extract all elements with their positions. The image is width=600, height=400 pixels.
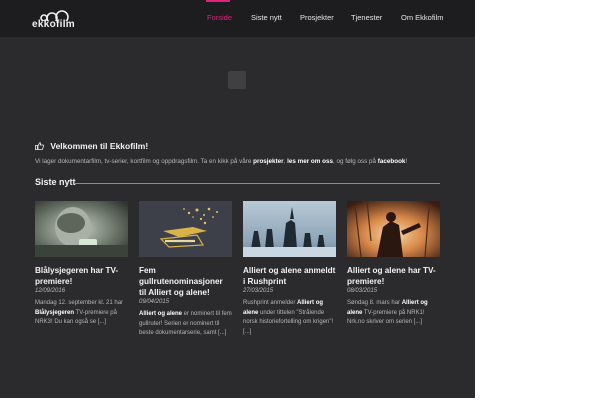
news-card-title[interactable]: Alliert og alene anmeldt i Rushprint bbox=[243, 265, 336, 287]
news-card-thumbnail[interactable] bbox=[347, 201, 440, 257]
intro-sep-2: , og følg oss på bbox=[332, 158, 378, 165]
thumbs-up-icon bbox=[35, 142, 44, 150]
news-card-date: 12/09/2016 bbox=[35, 288, 66, 294]
slider-loading-icon bbox=[228, 71, 246, 89]
welcome-title: Velkommen til Ekkofilm! bbox=[50, 141, 149, 151]
excerpt-text: Mandag 12. september kl. 21 har bbox=[35, 300, 124, 306]
projects-link[interactable]: prosjekter bbox=[253, 158, 283, 165]
news-card-excerpt: Alliert og alene er nominert til fem gul… bbox=[139, 310, 232, 339]
gullruten-logo-image bbox=[139, 201, 232, 257]
excerpt-highlight: Alliert og alene bbox=[139, 311, 183, 317]
news-section-divider bbox=[75, 183, 440, 184]
excerpt-text: Rushprint anmelder bbox=[243, 300, 298, 306]
welcome-heading: Velkommen til Ekkofilm! bbox=[35, 141, 148, 151]
news-card-date: 08/03/2015 bbox=[347, 288, 378, 294]
news-card: Alliert og alene har TV-premiere! 08/03/… bbox=[347, 201, 440, 328]
man-with-phone-image bbox=[35, 201, 128, 257]
news-card-excerpt: Rushprint anmelder Alliert og alene unde… bbox=[243, 299, 336, 337]
news-card-excerpt: Mandag 12. september kl. 21 har Blålysje… bbox=[35, 299, 128, 328]
news-card-thumbnail[interactable] bbox=[243, 201, 336, 257]
news-card-title[interactable]: Alliert og alene har TV-premiere! bbox=[347, 265, 440, 287]
news-card-title[interactable]: Fem gullrutenominasjoner til Alliert og … bbox=[139, 265, 232, 298]
news-card: Alliert og alene anmeldt i Rushprint 27/… bbox=[243, 201, 336, 337]
news-card-excerpt: Søndag 8. mars har Alliert og alene TV-p… bbox=[347, 299, 440, 328]
news-card-date: 27/03/2015 bbox=[243, 288, 274, 294]
logo-text: ekkofilm bbox=[32, 19, 75, 30]
hero-slider bbox=[0, 37, 475, 129]
news-card-title[interactable]: Blålysjegeren har TV-premiere! bbox=[35, 265, 128, 287]
facebook-link[interactable]: facebook bbox=[378, 158, 406, 165]
nav-item-prosjekter[interactable]: Prosjekter bbox=[300, 13, 334, 22]
news-card: Fem gullrutenominasjoner til Alliert og … bbox=[139, 201, 232, 339]
site-wrapper: ekkofilm Forside Siste nytt Prosjekter T… bbox=[0, 0, 475, 398]
excerpt-text: Søndag 8. mars har bbox=[347, 300, 402, 306]
nav-item-forside[interactable]: Forside bbox=[207, 13, 232, 22]
nav-active-indicator bbox=[206, 0, 230, 2]
intro-suffix: ! bbox=[405, 158, 408, 165]
news-card-thumbnail[interactable] bbox=[139, 201, 232, 257]
logo[interactable]: ekkofilm bbox=[32, 9, 84, 30]
soldiers-in-snow-image bbox=[243, 201, 336, 257]
nav-item-om-ekkofilm[interactable]: Om Ekkofilm bbox=[401, 13, 444, 22]
intro-text: Vi lager dokumentarfilm, tv-serier, kort… bbox=[35, 158, 407, 165]
site-header: ekkofilm Forside Siste nytt Prosjekter T… bbox=[0, 0, 475, 37]
about-us-link[interactable]: les mer om oss bbox=[287, 158, 333, 165]
soldier-in-fire-image bbox=[347, 201, 440, 257]
news-section-title: Siste nytt bbox=[35, 177, 76, 187]
news-card-thumbnail[interactable] bbox=[35, 201, 128, 257]
intro-prefix: Vi lager dokumentarfilm, tv-serier, kort… bbox=[35, 158, 254, 165]
news-card: Blålysjegeren har TV-premiere! 12/09/201… bbox=[35, 201, 128, 328]
news-card-date: 09/04/2015 bbox=[139, 299, 170, 305]
excerpt-highlight: Blålysjegeren bbox=[35, 309, 75, 316]
nav-item-tjenester[interactable]: Tjenester bbox=[351, 13, 382, 22]
nav-item-siste-nytt[interactable]: Siste nytt bbox=[251, 13, 282, 22]
